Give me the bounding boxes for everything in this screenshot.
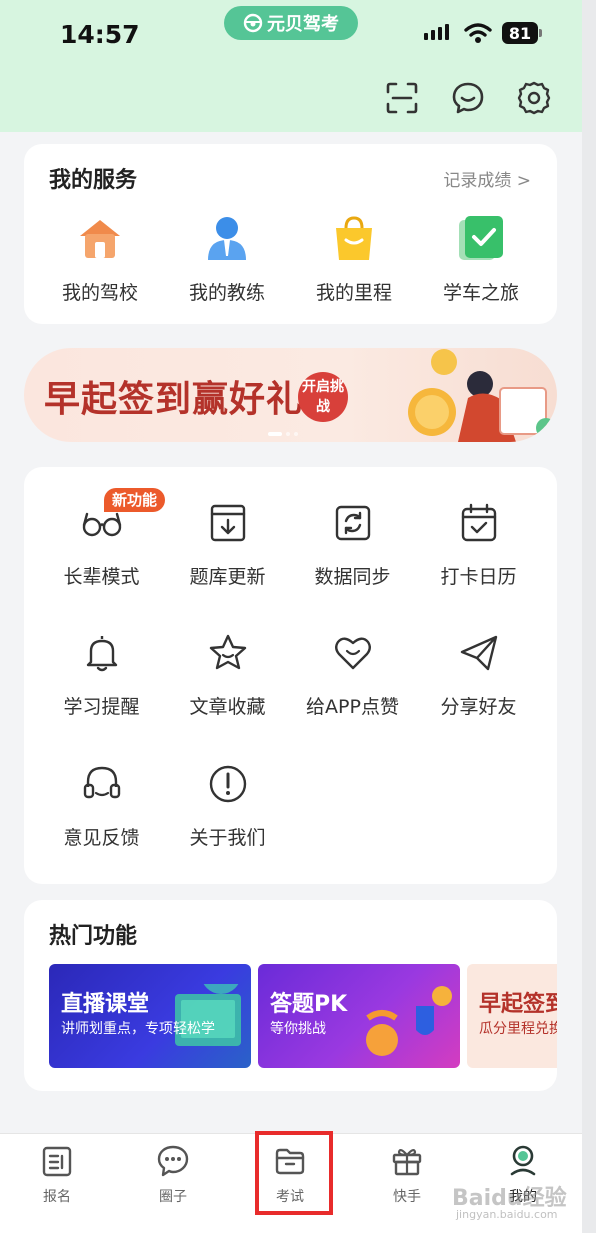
hot-card-live-class[interactable]: 直播课堂 讲师划重点，专项轻松学 xyxy=(49,964,251,1068)
tool-question-bank-update[interactable]: 题库更新 xyxy=(165,502,290,589)
tool-label: 学习提醒 xyxy=(63,696,140,718)
service-item-mileage[interactable]: 我的里程 xyxy=(299,212,409,305)
hot-card-title: 答题PK xyxy=(270,992,348,1017)
banner-illustration xyxy=(408,349,556,442)
tool-label: 关于我们 xyxy=(189,827,266,849)
services-title: 我的服务 xyxy=(49,168,138,193)
tool-like-app[interactable]: 给APP点赞 xyxy=(290,632,415,719)
calendar-check-icon xyxy=(461,503,496,542)
tool-about-us[interactable]: 关于我们 xyxy=(165,763,290,850)
app-pill-label: 元贝驾考 xyxy=(267,14,339,35)
highlight-box xyxy=(255,1131,333,1215)
tool-label: 文章收藏 xyxy=(189,696,266,718)
tab-quick-hands[interactable]: 快手 xyxy=(367,1144,447,1206)
settings-icon[interactable] xyxy=(516,80,552,116)
service-label: 我的里程 xyxy=(315,282,392,304)
gift-icon xyxy=(392,1148,422,1176)
scan-icon[interactable] xyxy=(384,80,420,116)
document-icon xyxy=(42,1146,72,1177)
message-icon[interactable] xyxy=(450,80,486,116)
chat-bubble-icon xyxy=(157,1145,189,1177)
tool-article-favorites[interactable]: 文章收藏 xyxy=(165,632,290,719)
tool-feedback[interactable]: 意见反馈 xyxy=(39,763,164,850)
bell-icon xyxy=(86,636,117,672)
shopping-bag-icon xyxy=(336,216,372,260)
tool-label: 给APP点赞 xyxy=(306,696,399,718)
headset-icon xyxy=(83,766,120,799)
tool-data-sync[interactable]: 数据同步 xyxy=(290,502,415,589)
service-label: 学车之旅 xyxy=(442,282,519,304)
hot-functions-card: 热门功能 直播课堂 讲师划重点，专项轻松学 答题PK 等你挑战 早起签到 瓜分里… xyxy=(24,900,557,1091)
battery-indicator: 81 xyxy=(502,22,542,44)
service-item-coach[interactable]: 我的教练 xyxy=(172,212,282,305)
tool-label: 长辈模式 xyxy=(63,566,140,588)
checkin-banner[interactable]: 早起签到赢好礼 开启挑战 xyxy=(24,348,557,442)
tab-label: 快手 xyxy=(393,1189,421,1205)
tab-signup[interactable]: 报名 xyxy=(17,1144,97,1206)
banner-page-dots xyxy=(268,432,298,436)
my-services-card: 我的服务 记录成绩 > 我的驾校 我的教练 我的里程 学车之旅 xyxy=(24,144,557,324)
profile-icon xyxy=(510,1145,536,1176)
hot-card-subtitle: 瓜分里程兑换 xyxy=(479,1021,557,1037)
sync-icon xyxy=(335,505,370,541)
tool-share-friends[interactable]: 分享好友 xyxy=(416,632,541,719)
checkmark-card-icon xyxy=(459,216,503,260)
cellular-signal-icon xyxy=(424,24,449,40)
hot-card-title: 直播课堂 xyxy=(61,992,150,1017)
quiz-pk-illustration xyxy=(366,986,452,1056)
steering-wheel-icon xyxy=(243,13,263,33)
banner-title: 早起签到赢好礼 xyxy=(44,379,304,420)
service-label: 我的教练 xyxy=(188,282,265,304)
hot-functions-title: 热门功能 xyxy=(49,924,138,949)
download-box-icon xyxy=(210,504,245,542)
service-item-school[interactable]: 我的驾校 xyxy=(45,212,155,305)
tool-label: 数据同步 xyxy=(314,566,391,588)
app-return-pill[interactable]: 元贝驾考 xyxy=(224,6,358,40)
tool-label: 题库更新 xyxy=(189,566,266,588)
tool-study-reminder[interactable]: 学习提醒 xyxy=(39,632,164,719)
watermark-url: jingyan.baidu.com xyxy=(456,1208,558,1221)
status-time: 14:57 xyxy=(60,20,140,49)
hot-card-subtitle: 等你挑战 xyxy=(270,1021,326,1037)
service-label: 我的驾校 xyxy=(61,282,138,304)
tab-label: 圈子 xyxy=(159,1189,187,1205)
hot-card-subtitle: 讲师划重点，专项轻松学 xyxy=(61,1021,215,1037)
new-feature-badge: 新功能 xyxy=(104,488,166,512)
hot-card-early-checkin[interactable]: 早起签到 瓜分里程兑换 xyxy=(467,964,557,1068)
start-challenge-button[interactable]: 开启挑战 xyxy=(298,372,348,422)
info-circle-icon xyxy=(209,765,246,803)
page: 14:57 元贝驾考 81 我的服务 记录成绩 > 我的驾校 我的教练 我的里程… xyxy=(0,0,582,1233)
school-house-icon xyxy=(80,220,120,258)
coach-icon xyxy=(208,217,246,260)
record-score-link[interactable]: 记录成绩 > xyxy=(443,166,531,191)
hot-card-title: 早起签到 xyxy=(479,992,557,1017)
heart-icon xyxy=(334,637,371,670)
profile-header: 14:57 元贝驾考 81 xyxy=(0,0,582,132)
hot-card-quiz-pk[interactable]: 答题PK 等你挑战 xyxy=(258,964,460,1068)
tool-label: 分享好友 xyxy=(440,696,517,718)
page-scrollbar[interactable] xyxy=(582,0,596,1233)
paper-plane-icon xyxy=(460,635,497,671)
tool-label: 意见反馈 xyxy=(63,827,140,849)
tool-elder-mode[interactable]: 长辈模式 xyxy=(39,502,164,589)
tab-community[interactable]: 圈子 xyxy=(133,1144,213,1206)
tool-checkin-calendar[interactable]: 打卡日历 xyxy=(416,502,541,589)
wifi-icon xyxy=(464,23,492,43)
star-icon xyxy=(209,634,246,670)
service-item-journey[interactable]: 学车之旅 xyxy=(426,212,536,305)
tool-label: 打卡日历 xyxy=(440,566,517,588)
tab-label: 报名 xyxy=(43,1189,71,1205)
